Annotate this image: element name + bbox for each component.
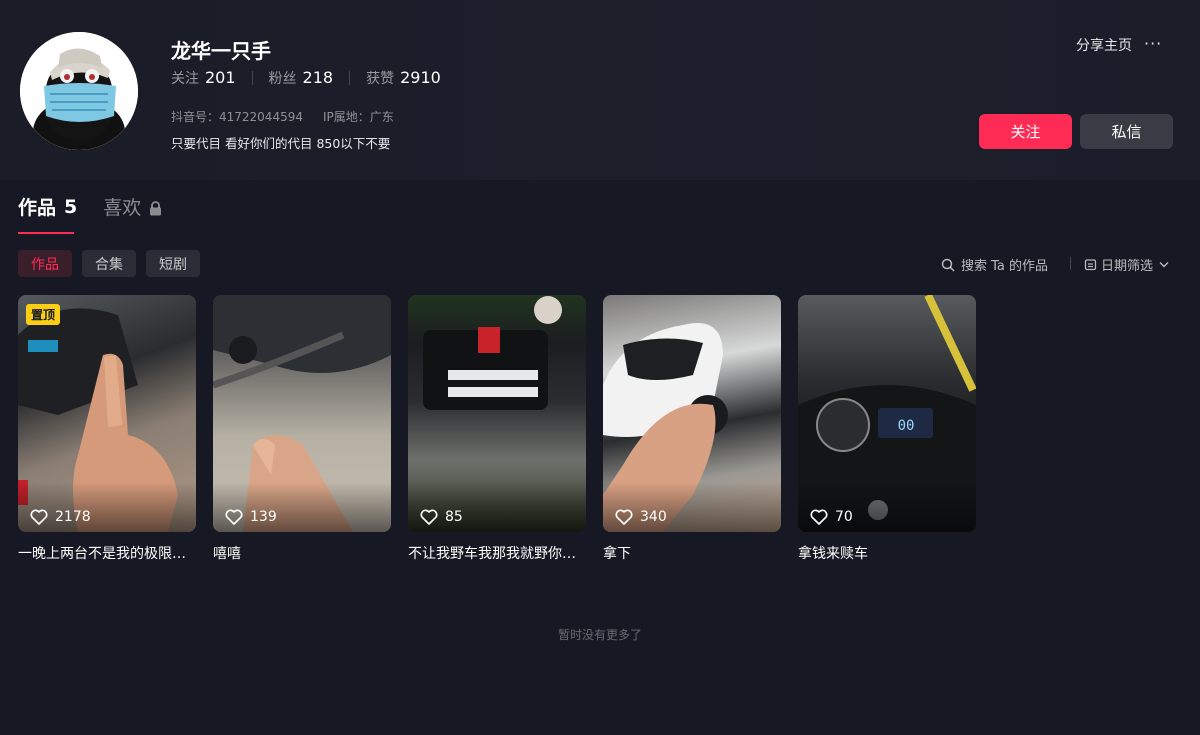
tab-works[interactable]: 作品 5 [18,193,77,220]
date-filter-dropdown[interactable]: 日期筛选 [1084,255,1173,274]
ip-location: IP属地：广东 [322,110,394,124]
more-icon[interactable]: ··· [1144,34,1162,53]
search-icon [941,258,955,272]
calendar-icon [1084,259,1097,271]
svg-text:00: 00 [898,418,915,434]
follow-button[interactable]: 关注 [979,114,1072,149]
video-likes: 2178 [30,509,91,525]
tab-likes[interactable]: 喜欢 [103,193,162,220]
video-thumbnail[interactable]: 置顶 2178 [18,295,196,532]
stat-divider [251,71,253,85]
video-thumbnail[interactable]: 00 70 [798,295,976,532]
search-works-label: 搜索 Ta 的作品 [961,259,1049,274]
heart-icon [225,509,243,525]
video-title[interactable]: 嘻嘻 [213,543,391,563]
chevron-down-icon [1159,262,1169,268]
profile-meta: 抖音号：41722044594 IP属地：广东 [171,108,394,125]
douyin-id: 抖音号：41722044594 [171,110,303,124]
video-card[interactable]: 00 70 拿钱来赎车 [798,295,976,563]
video-thumbnail[interactable]: 139 [213,295,391,532]
video-title[interactable]: 一晚上两台不是我的极限… [18,543,196,563]
stat-likes-label: 获赞 [366,71,395,87]
lock-icon [149,199,162,216]
video-thumbnail[interactable]: 340 [603,295,781,532]
chip-short-dramas[interactable]: 短剧 [146,250,200,277]
share-profile-button[interactable]: 分享主页 [1076,35,1132,55]
video-likes-count: 139 [250,509,277,525]
stat-followers[interactable]: 粉丝 218 [269,68,334,88]
video-title[interactable]: 拿下 [603,543,781,563]
video-likes: 70 [810,509,853,525]
user-name: 龙华一只手 [171,39,271,63]
video-likes: 85 [420,509,463,525]
date-filter-label: 日期筛选 [1101,259,1154,274]
stat-divider [349,71,351,85]
video-likes-count: 340 [640,509,667,525]
stat-likes-value: 2910 [400,68,441,87]
filter-chips: 作品 合集 短剧 [18,250,210,277]
chip-works[interactable]: 作品 [18,250,72,277]
avatar[interactable] [20,32,138,150]
heart-icon [30,509,48,525]
video-grid: 置顶 2178 一晚上两台不是我的极限… 139 嘻嘻 85 不让我野车我那我就… [18,295,993,563]
video-card[interactable]: 85 不让我野车我那我就野你… [408,295,586,563]
search-works-button[interactable]: 搜索 Ta 的作品 [941,255,1048,274]
tab-works-count: 5 [64,195,78,218]
profile-stats: 关注 201 粉丝 218 获赞 2910 [171,68,441,88]
profile-page: 龙华一只手 关注 201 粉丝 218 获赞 2910 抖音号：41722044… [0,0,1200,735]
profile-bio: 只要代目 看好你们的代目 850以下不要 [171,136,391,151]
heart-icon [615,509,633,525]
stat-following[interactable]: 关注 201 [171,68,236,88]
stat-following-label: 关注 [171,71,199,87]
video-likes: 139 [225,509,277,525]
video-title[interactable]: 拿钱来赎车 [798,543,976,563]
message-button[interactable]: 私信 [1080,114,1173,149]
video-thumbnail[interactable]: 85 [408,295,586,532]
tab-works-label: 作品 [18,197,57,219]
video-likes-count: 70 [835,509,853,525]
video-likes-count: 85 [445,509,463,525]
avatar-image [20,32,138,150]
video-title[interactable]: 不让我野车我那我就野你… [408,543,586,563]
content-tabs: 作品 5 喜欢 [18,193,162,220]
video-card[interactable]: 139 嘻嘻 [213,295,391,563]
chip-collections[interactable]: 合集 [82,250,136,277]
video-card[interactable]: 340 拿下 [603,295,781,563]
heart-icon [810,509,828,525]
no-more-content-text: 暂时没有更多了 [557,628,642,642]
video-likes-count: 2178 [55,509,91,525]
stat-following-value: 201 [205,68,236,87]
stat-likes-received: 获赞 2910 [366,68,441,88]
tab-active-indicator [18,232,74,234]
heart-icon [420,509,438,525]
tab-likes-label: 喜欢 [103,197,142,219]
pinned-badge: 置顶 [26,304,61,325]
profile-header: 龙华一只手 关注 201 粉丝 218 获赞 2910 抖音号：41722044… [0,0,1200,180]
toolbar-divider [1070,257,1071,270]
stat-followers-label: 粉丝 [268,71,297,87]
video-card[interactable]: 置顶 2178 一晚上两台不是我的极限… [18,295,196,563]
video-likes: 340 [615,509,667,525]
stat-followers-value: 218 [302,68,334,87]
